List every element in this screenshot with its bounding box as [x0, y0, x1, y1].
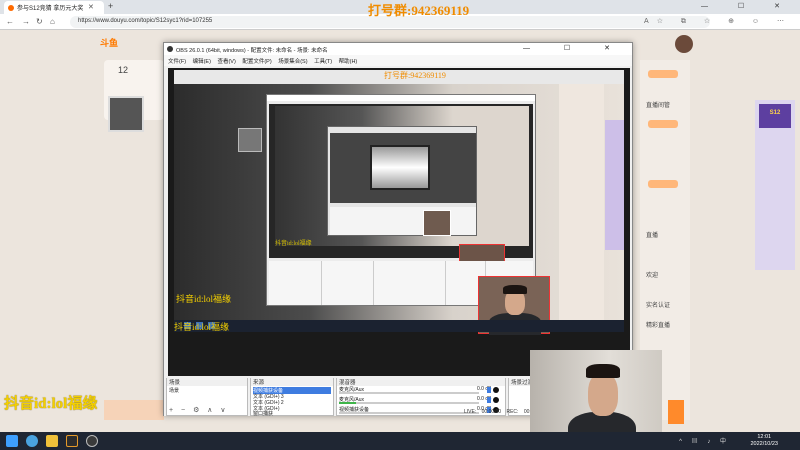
gift-strip	[104, 400, 164, 420]
menu-tools[interactable]: 工具(T)	[314, 59, 332, 65]
nested-watermark: 抖音id:lol福缘	[275, 241, 312, 247]
nested-docks-2	[330, 207, 476, 235]
left-watermark: 抖音id:lol福缘	[4, 396, 98, 412]
windows-taskbar: ^ ▤ ♪ 中 12:01 2022/10/23	[0, 432, 800, 450]
scenes-dock: 场景 场景 + − ⚙ ∧ ∨	[166, 378, 248, 416]
scenes-dock-title: 场景	[167, 378, 247, 386]
captured-left-watermark: 抖音id:lol福缘	[176, 294, 232, 304]
right-tag[interactable]	[648, 120, 678, 128]
sources-dock: 来源 视频捕获设备 文本 (GDI+) 3 文本 (GDI+) 2 文本 (GD…	[250, 378, 334, 417]
obs-preview[interactable]: 打号群:942369119 抖音id:lol福缘 抖音id:lol福缘 抖音id…	[168, 68, 630, 376]
captured-thumbnail	[238, 128, 262, 152]
mixer-meter	[339, 402, 479, 404]
source-item[interactable]: 窗口捕获	[253, 410, 273, 417]
app-g-icon[interactable]	[66, 435, 78, 447]
volume-icon[interactable]	[487, 397, 491, 403]
browser-toolbar-icons[interactable]: A☆ ⧉ ☆ ⊕ ☺ ⋯	[644, 17, 792, 26]
nested-dock-divider	[321, 261, 322, 305]
nested-dock-divider	[373, 261, 374, 305]
camera-face	[588, 372, 618, 416]
nested-camera-small	[423, 210, 451, 236]
mixer-dock-title: 混音器	[337, 378, 505, 386]
mixer-settings-icon[interactable]	[493, 397, 499, 403]
side-line: 直播	[646, 233, 659, 239]
nested-obs-window: 抖音id:lol福缘	[266, 94, 536, 306]
clock[interactable]: 12:01 2022/10/23	[750, 434, 778, 448]
edge-icon[interactable]	[26, 435, 38, 447]
nested-dock-divider	[445, 261, 446, 305]
recursive-core	[370, 145, 430, 190]
camera-hair	[586, 364, 620, 378]
captured-taskbar	[174, 320, 624, 332]
scene-item[interactable]: 场景	[169, 387, 179, 394]
streamer-thumbnail[interactable]	[108, 96, 144, 132]
obs-title: OBS 26.0.1 (64bit, windows) - 配置文件: 未命名 …	[176, 48, 328, 54]
status-live: LIVE: 00:00:00	[464, 409, 502, 415]
captured-watermark: 打号群:942369119	[384, 71, 446, 80]
screen: 参与S12竞猜 拿历元大奖 ✕ + — ☐ ✕ ← → ↻ ⌂ https://…	[0, 0, 800, 450]
side-line: 精彩直播	[646, 323, 671, 329]
side-line: 实名认证	[646, 303, 671, 309]
captured-event-sidebar	[605, 120, 624, 250]
obs-menubar: 文件(F) 编辑(E) 查看(V) 配置文件(P) 场景集合(S) 工具(T) …	[164, 55, 632, 66]
obs-titlebar: OBS 26.0.1 (64bit, windows) - 配置文件: 未命名 …	[164, 43, 632, 55]
menu-edit[interactable]: 编辑(E)	[193, 59, 211, 65]
browser-tab[interactable]: 参与S12竞猜 拿历元大奖 ✕	[4, 1, 104, 14]
nested-obs-titlebar	[267, 95, 535, 101]
side-line: 直播间管	[646, 103, 671, 109]
forward-icon[interactable]: →	[22, 17, 30, 26]
menu-file[interactable]: 文件(F)	[168, 59, 186, 65]
mixer-level	[339, 402, 356, 404]
volume-icon[interactable]	[487, 387, 491, 393]
nested-capture	[275, 106, 529, 246]
scenes-dock-tools[interactable]: + − ⚙ ∧ ∨	[169, 406, 228, 414]
back-icon[interactable]: ←	[6, 17, 14, 26]
captured-screen: 打号群:942369119 抖音id:lol福缘 抖音id:lol福缘	[174, 70, 624, 335]
clock-date: 2022/10/23	[750, 441, 778, 447]
obs-taskbar-icon[interactable]	[86, 435, 98, 447]
start-icon[interactable]	[6, 435, 18, 447]
reload-icon[interactable]: ↻	[36, 17, 43, 26]
menu-help[interactable]: 帮助(H)	[339, 59, 358, 65]
captured-right-panel	[559, 84, 604, 320]
orange-button[interactable]	[668, 400, 684, 424]
nested-obs-preview: 抖音id:lol福缘	[269, 104, 533, 280]
camera-hair	[503, 285, 527, 294]
obs-window-controls[interactable]: — ☐ ✕	[523, 44, 626, 52]
home-icon[interactable]: ⌂	[50, 17, 55, 26]
obs-logo-icon	[167, 46, 173, 52]
menu-profile[interactable]: 配置文件(P)	[242, 59, 271, 65]
mixer-row: 麦克风/Aux 0.0 dB	[339, 396, 501, 406]
folder-icon[interactable]	[46, 435, 58, 447]
douyu-logo[interactable]: 斗鱼	[100, 36, 118, 49]
browser-window-controls[interactable]: — ☐ ✕	[701, 2, 794, 10]
menu-view[interactable]: 查看(V)	[217, 59, 235, 65]
mixer-meter	[339, 392, 479, 394]
user-avatar[interactable]	[675, 35, 693, 53]
douyu-favicon-icon	[8, 5, 14, 11]
mixer-meter	[339, 412, 479, 414]
menu-scene-collection[interactable]: 场景集合(S)	[278, 59, 307, 65]
tab-close-icon[interactable]: ✕	[88, 3, 94, 11]
new-tab-button[interactable]: +	[108, 1, 113, 11]
top-watermark: 打号群:942369119	[368, 3, 470, 18]
nested-preview-2	[330, 133, 476, 203]
right-tag[interactable]	[648, 70, 678, 78]
nested-obs-window-2	[327, 126, 477, 236]
preview-watermark: 抖音id:lol福缘	[174, 322, 230, 332]
side-line: 欢迎	[646, 273, 659, 279]
mixer-settings-icon[interactable]	[493, 387, 499, 393]
right-tag[interactable]	[648, 180, 678, 188]
counter: 12	[118, 65, 129, 75]
system-tray[interactable]: ^ ▤ ♪ 中	[679, 436, 730, 445]
tab-title: 参与S12竞猜 拿历元大奖	[17, 6, 84, 12]
event-banner[interactable]: S12	[759, 104, 791, 128]
clock-time: 12:01	[757, 434, 772, 440]
sources-dock-title: 来源	[251, 378, 333, 386]
mixer-row: 麦克风/Aux 0.0 dB	[339, 386, 501, 396]
event-sidebar: S12	[755, 100, 795, 270]
